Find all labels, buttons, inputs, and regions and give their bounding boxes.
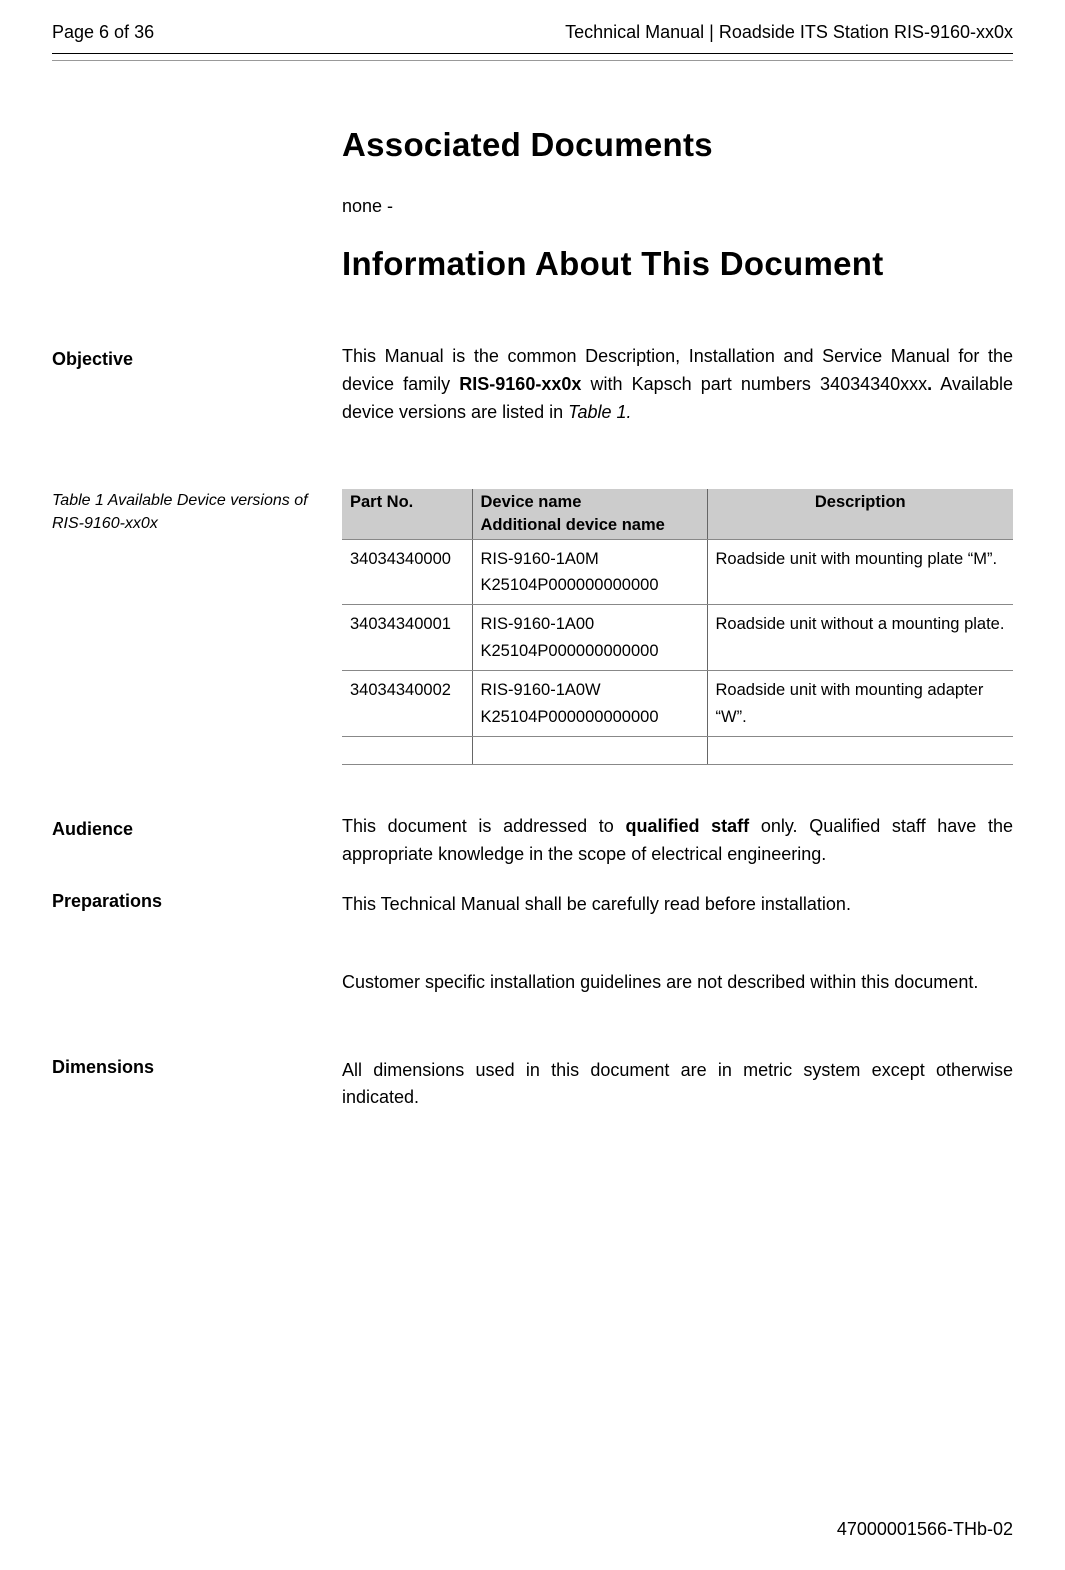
table-row [342, 737, 1013, 765]
doc-title: Technical Manual | Roadside ITS Station … [565, 22, 1013, 43]
col-header-description: Description [707, 489, 1013, 540]
dimensions-paragraph: All dimensions used in this document are… [342, 1057, 1013, 1113]
label-objective: Objective [52, 349, 322, 370]
footer-doc-number: 47000001566-THb-02 [837, 1519, 1013, 1540]
table-caption: Table 1 Available Device versions of RIS… [52, 489, 322, 535]
audience-paragraph: This document is addressed to qualified … [342, 813, 1013, 869]
objective-paragraph: This Manual is the common Description, I… [342, 343, 1013, 427]
table-row: 34034340001 RIS-9160-1A00K25104P00000000… [342, 605, 1013, 671]
assoc-docs-text: none - [342, 196, 1013, 217]
preparations-paragraph-1: This Technical Manual shall be carefully… [342, 891, 1013, 919]
page-header: Page 6 of 36 Technical Manual | Roadside… [52, 22, 1013, 54]
col-header-devicename: Device name Additional device name [472, 489, 707, 540]
header-rule [52, 60, 1013, 61]
heading-information-about: Information About This Document [342, 245, 1013, 283]
device-versions-table: Part No. Device name Additional device n… [342, 489, 1013, 765]
label-preparations: Preparations [52, 891, 322, 912]
heading-associated-documents: Associated Documents [342, 126, 1013, 164]
col-header-partno: Part No. [342, 489, 472, 540]
page-number: Page 6 of 36 [52, 22, 154, 43]
table-row: 34034340002 RIS-9160-1A0WK25104P00000000… [342, 671, 1013, 737]
label-audience: Audience [52, 819, 322, 840]
preparations-paragraph-2: Customer specific installation guideline… [342, 969, 1013, 997]
label-dimensions: Dimensions [52, 1057, 322, 1078]
table-row: 34034340000 RIS-9160-1A0MK25104P00000000… [342, 539, 1013, 605]
